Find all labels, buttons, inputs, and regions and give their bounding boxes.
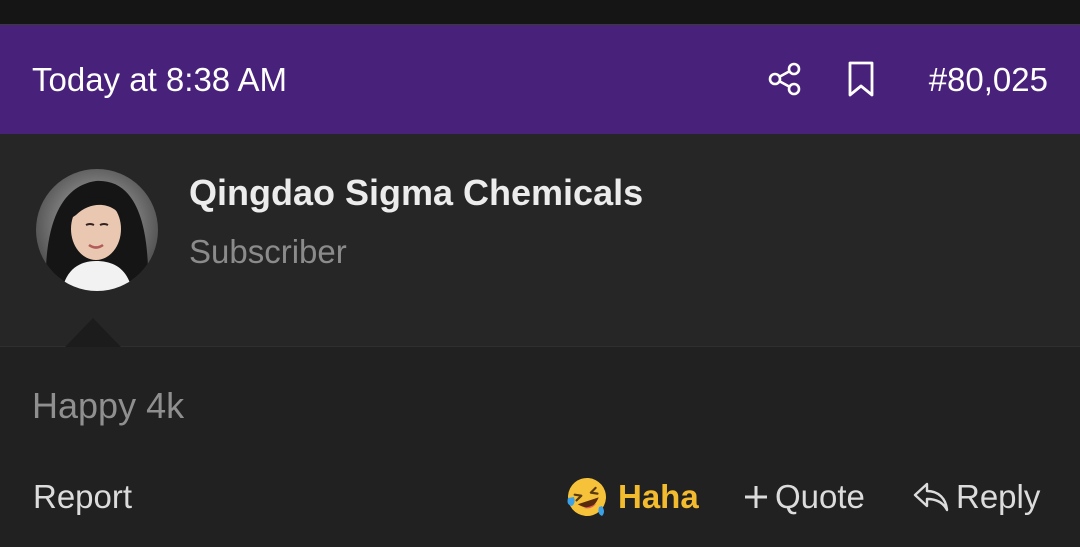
- top-strip: [0, 0, 1080, 24]
- bookmark-icon[interactable]: [842, 60, 880, 98]
- avatar[interactable]: [36, 169, 158, 291]
- reply-icon: [913, 482, 949, 512]
- post-number-link[interactable]: #80,025: [929, 25, 1048, 135]
- plus-icon: [745, 486, 767, 508]
- reaction-label: Haha: [618, 478, 699, 515]
- user-title: Subscriber: [189, 233, 347, 270]
- quote-label: Quote: [775, 478, 865, 515]
- post-date: Today at 8:38 AM: [32, 61, 287, 98]
- message-body: Happy 4k Report Haha Quote Reply: [0, 347, 1080, 547]
- message-arrow: [65, 318, 121, 347]
- share-icon[interactable]: [766, 60, 804, 98]
- reaction-haha[interactable]: Haha: [566, 475, 699, 519]
- message-text: Happy 4k: [32, 385, 185, 426]
- report-link[interactable]: Report: [33, 478, 132, 516]
- quote-link[interactable]: Quote: [743, 475, 865, 519]
- reply-link[interactable]: Reply: [912, 475, 1040, 519]
- post-header: Today at 8:38 AM #80,025: [0, 24, 1080, 134]
- laughing-emoji-icon: [567, 478, 606, 516]
- username[interactable]: Qingdao Sigma Chemicals: [189, 172, 643, 214]
- user-block: Qingdao Sigma Chemicals Subscriber: [0, 134, 1080, 347]
- reply-label: Reply: [956, 478, 1041, 515]
